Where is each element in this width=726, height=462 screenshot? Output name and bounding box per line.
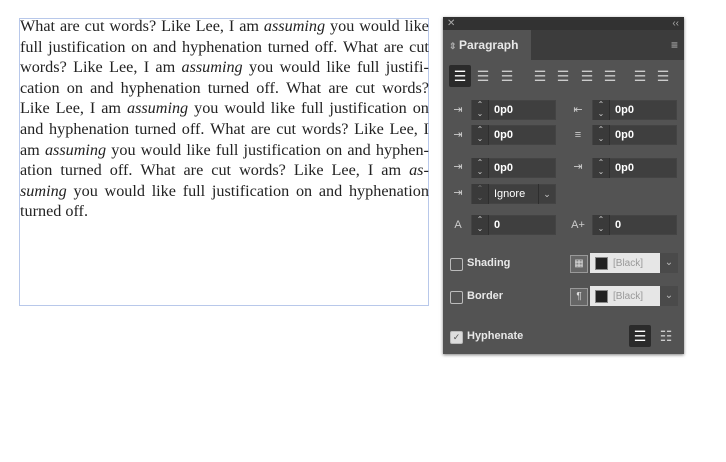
space-after-field[interactable]: ⌃ ⌄ 0p0 <box>592 158 677 178</box>
first-line-indent-icon: ⇥ <box>453 129 463 141</box>
right-indent-field[interactable]: ⌃ ⌄ 0p0 <box>592 100 677 120</box>
align-right-button[interactable]: ☰ <box>496 65 518 87</box>
close-icon[interactable]: ✕ <box>447 17 455 30</box>
text-line: cation on and hyphenation turned off. What are c… <box>20 78 429 97</box>
border-settings-icon[interactable]: ¶ <box>570 288 588 306</box>
text-line: turned off. <box>20 202 88 221</box>
paragraph-panel: ✕ ‹‹ ⇕ Paragraph ≡ ☰ ☰ ☰ ☰ ☰ ☰ ☰ ☰ ☰ ⇥ ⌃… <box>443 17 684 354</box>
hyphenate-label: Hyphenate <box>467 330 524 342</box>
text-line: full justification on and hyphenation turned o… <box>20 37 429 56</box>
space-before-icon: ⇥ <box>453 161 463 173</box>
drop-cap-lines-field[interactable]: ⌃ ⌄ 0 <box>471 215 556 235</box>
border-label: Border <box>467 290 504 302</box>
shading-color-dropdown[interactable]: ⌄ <box>660 253 678 273</box>
align-left-button[interactable]: ☰ <box>449 65 471 87</box>
first-line-indent-field[interactable]: ⌃ ⌄ 0p0 <box>471 125 556 145</box>
align-center-button[interactable]: ☰ <box>472 65 494 87</box>
align-away-spine-button[interactable]: ☰ <box>652 65 674 87</box>
text-line: and hyphenation turned off. What are cut words?… <box>20 119 429 138</box>
shading-checkbox[interactable] <box>450 258 463 271</box>
story-text[interactable]: What are cut words? Like Lee, Iam assuming you wo… <box>20 16 429 222</box>
border-color-dropdown[interactable]: ⌄ <box>660 286 678 306</box>
panel-titlebar[interactable]: ✕ ‹‹ <box>443 17 684 30</box>
align-to-grid-select[interactable]: ⌃ ⌄ Ignore ⌄ <box>471 184 556 204</box>
text-line: What are cut words? Like Lee, Iam assuming you wo… <box>20 17 429 35</box>
shading-settings-icon[interactable]: ▦ <box>570 255 588 273</box>
justify-all-button[interactable]: ☰ <box>599 65 621 87</box>
border-checkbox[interactable] <box>450 291 463 304</box>
justify-center-button[interactable]: ☰ <box>552 65 574 87</box>
drop-cap-lines-icon: A <box>454 219 462 231</box>
shading-label: Shading <box>467 257 511 269</box>
space-after-icon: ⇥ <box>573 161 583 173</box>
text-line: suming you would like full justification on and… <box>20 181 429 200</box>
collapse-icon[interactable]: ‹‹ <box>672 17 679 30</box>
text-line: words? Like Lee, Iam assuming you would like ful… <box>20 58 429 77</box>
align-to-grid-icon: ⇥ <box>453 187 463 199</box>
space-before-field[interactable]: ⌃ ⌄ 0p0 <box>471 158 556 178</box>
tab-label: Paragraph <box>459 38 519 52</box>
chevron-down-icon[interactable]: ⌄ <box>538 184 555 204</box>
justify-right-button[interactable]: ☰ <box>576 65 598 87</box>
last-line-indent-field[interactable]: ⌃ ⌄ 0p0 <box>592 125 677 145</box>
text-line: Like Lee, Iam assuming you would like full justi… <box>20 99 429 118</box>
text-line: ation turned off. What are cut words? Like Lee, I… <box>20 161 429 180</box>
align-baseline-grid-button[interactable]: ☷ <box>655 325 677 347</box>
tab-paragraph[interactable]: ⇕ Paragraph <box>443 30 531 60</box>
drop-cap-chars-field[interactable]: ⌃ ⌄ 0 <box>592 215 677 235</box>
border-color-swatch[interactable]: [Black] <box>590 286 660 306</box>
drop-cap-chars-icon: A+ <box>571 219 585 231</box>
justify-left-button[interactable]: ☰ <box>529 65 551 87</box>
align-towards-spine-button[interactable]: ☰ <box>629 65 651 87</box>
panel-menu-icon[interactable]: ≡ <box>671 38 678 52</box>
left-indent-icon: ⇥ <box>453 104 463 116</box>
last-line-indent-icon: ≡ <box>574 129 582 141</box>
left-indent-field[interactable]: ⌃ ⌄ 0p0 <box>471 100 556 120</box>
do-not-align-baseline-grid-button[interactable]: ☰ <box>629 325 651 347</box>
text-line: am assuming you would like full justification o… <box>20 140 429 159</box>
right-indent-icon: ⇤ <box>573 104 583 116</box>
shading-color-swatch[interactable]: [Black] <box>590 253 660 273</box>
hyphenate-checkbox[interactable]: ✓ <box>450 331 463 344</box>
